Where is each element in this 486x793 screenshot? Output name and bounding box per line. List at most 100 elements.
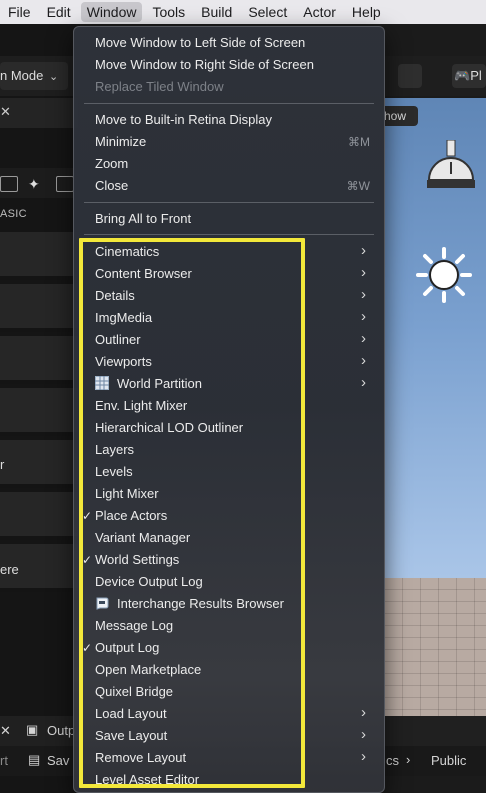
menu-tools[interactable]: Tools — [146, 2, 191, 22]
menu-item-label: Cinematics — [95, 244, 160, 259]
sparkle-icon[interactable]: ✦ — [28, 176, 46, 192]
menu-item-label: Viewports — [95, 354, 152, 369]
menu-help[interactable]: Help — [346, 2, 387, 22]
menu-item-details[interactable]: Details — [95, 288, 135, 303]
chevron-right-icon: › — [361, 286, 366, 303]
world-partition-icon — [95, 376, 109, 390]
menu-item-label: ImgMedia — [95, 310, 153, 325]
gamepad-icon: 🎮 — [454, 68, 471, 83]
menu-item-label: Load Layout — [95, 706, 167, 721]
minimize-shortcut: ⌘M — [348, 135, 370, 149]
tab-output-log[interactable]: Outp — [47, 723, 75, 738]
menu-item-label: Remove Layout — [95, 750, 187, 765]
chevron-right-icon: › — [361, 748, 366, 765]
save-all-button[interactable]: Sav — [47, 753, 69, 768]
bottom-left-label: rt — [0, 753, 8, 768]
list-item[interactable] — [0, 232, 78, 280]
panel-tab — [0, 98, 78, 128]
menu-item-variant-manager[interactable]: Variant Manager — [95, 530, 190, 545]
chevron-right-icon: › — [361, 242, 366, 259]
mode-label: n Mode — [0, 68, 44, 83]
close-icon[interactable]: ✕ — [0, 104, 11, 120]
menu-item-label: World Partition — [117, 376, 203, 391]
list-item[interactable] — [0, 440, 78, 488]
menu-file[interactable]: File — [2, 2, 37, 22]
menu-item-world-partition[interactable]: World Partition — [95, 376, 202, 391]
menu-item-world-settings[interactable]: World Settings — [95, 552, 179, 567]
menu-item-label: Outliner — [95, 332, 141, 347]
list-item[interactable] — [0, 336, 78, 384]
checkmark-icon: ✓ — [82, 553, 93, 567]
menu-item-viewports[interactable]: Viewports — [95, 354, 152, 369]
menu-item-label: Layers — [95, 442, 135, 457]
chevron-right-icon: › — [361, 352, 366, 369]
menu-item-interchange-results-browser[interactable]: Interchange Results Browser — [95, 596, 284, 611]
menu-item-minimize[interactable]: Minimize — [95, 134, 146, 149]
menu-item-bring-all[interactable]: Bring All to Front — [95, 211, 191, 226]
close-icon[interactable]: ✕ — [0, 723, 11, 739]
menu-item-level-asset-editor[interactable]: Level Asset Editor — [95, 772, 199, 787]
interchange-icon — [95, 596, 109, 610]
list-item[interactable] — [0, 388, 78, 436]
menu-item-hierarchical-lod-outliner[interactable]: Hierarchical LOD Outliner — [95, 420, 243, 435]
list-item[interactable] — [0, 492, 78, 540]
directional-light-icon — [416, 247, 472, 303]
show-button[interactable]: how — [384, 106, 418, 126]
menu-item-levels[interactable]: Levels — [95, 464, 133, 479]
menu-item-quixel-bridge[interactable]: Quixel Bridge — [95, 684, 173, 699]
menu-item-label: Variant Manager — [95, 530, 191, 545]
menu-item-label: Save Layout — [95, 728, 168, 743]
menu-item-message-log[interactable]: Message Log — [95, 618, 173, 633]
mode-selector[interactable]: n Mode ⌄ — [0, 62, 68, 90]
menu-item-move-retina[interactable]: Move to Built-in Retina Display — [95, 112, 272, 127]
menu-item-open-marketplace[interactable]: Open Marketplace — [95, 662, 201, 677]
menu-item-zoom[interactable]: Zoom — [95, 156, 128, 171]
menu-item-save-layout[interactable]: Save Layout — [95, 728, 167, 743]
menu-item-imgmedia[interactable]: ImgMedia — [95, 310, 152, 325]
checkmark-icon: ✓ — [82, 509, 93, 523]
output-log-icon: ▣ — [26, 722, 39, 737]
menu-item-label: Place Actors — [95, 508, 168, 523]
play-button[interactable]: 🎮Pl — [452, 64, 486, 88]
menu-item-env-light-mixer[interactable]: Env. Light Mixer — [95, 398, 187, 413]
menu-item-label: Output Log — [95, 640, 160, 655]
menu-item-label: Message Log — [95, 618, 174, 633]
breadcrumb-item[interactable]: cs — [386, 753, 399, 768]
menu-item-cinematics[interactable]: Cinematics — [95, 244, 159, 259]
menu-item-outliner[interactable]: Outliner — [95, 332, 141, 347]
menu-item-label: Levels — [95, 464, 133, 479]
chevron-right-icon: › — [361, 726, 366, 743]
menu-edit[interactable]: Edit — [41, 2, 77, 22]
cube-icon[interactable] — [56, 176, 74, 192]
menu-item-label: World Settings — [95, 552, 180, 567]
menu-build[interactable]: Build — [195, 2, 238, 22]
window-menu-dropdown: Move Window to Left Side of Screen Move … — [73, 26, 385, 793]
menu-item-label: Details — [95, 288, 135, 303]
menu-window[interactable]: Window — [80, 2, 143, 22]
shape-icon[interactable] — [0, 176, 18, 192]
menu-item-label: Light Mixer — [95, 486, 159, 501]
menu-item-load-layout[interactable]: Load Layout — [95, 706, 167, 721]
level-viewport[interactable] — [384, 98, 486, 748]
menu-item-label: Quixel Bridge — [95, 684, 174, 699]
menu-item-label: Interchange Results Browser — [117, 596, 284, 611]
chevron-right-icon: › — [361, 704, 366, 721]
menu-item-close[interactable]: Close — [95, 178, 128, 193]
viewport-button[interactable] — [398, 64, 422, 88]
menu-item-remove-layout[interactable]: Remove Layout — [95, 750, 186, 765]
menu-item-content-browser[interactable]: Content Browser — [95, 266, 192, 281]
menu-item-device-output-log[interactable]: Device Output Log — [95, 574, 203, 589]
menu-item-place-actors[interactable]: Place Actors — [95, 508, 167, 523]
menubar: File Edit Window Tools Build Select Acto… — [0, 0, 486, 24]
menu-item-move-right[interactable]: Move Window to Right Side of Screen — [95, 57, 314, 72]
list-item[interactable] — [0, 284, 78, 332]
menu-item-output-log[interactable]: Output Log — [95, 640, 159, 655]
menu-item-light-mixer[interactable]: Light Mixer — [95, 486, 159, 501]
menu-item-label: Content Browser — [95, 266, 192, 281]
menu-select[interactable]: Select — [242, 2, 293, 22]
menu-actor[interactable]: Actor — [297, 2, 342, 22]
breadcrumb-item[interactable]: Public — [431, 753, 466, 768]
menu-item-label: Level Asset Editor — [95, 772, 200, 787]
menu-item-layers[interactable]: Layers — [95, 442, 134, 457]
menu-item-move-left[interactable]: Move Window to Left Side of Screen — [95, 35, 305, 50]
